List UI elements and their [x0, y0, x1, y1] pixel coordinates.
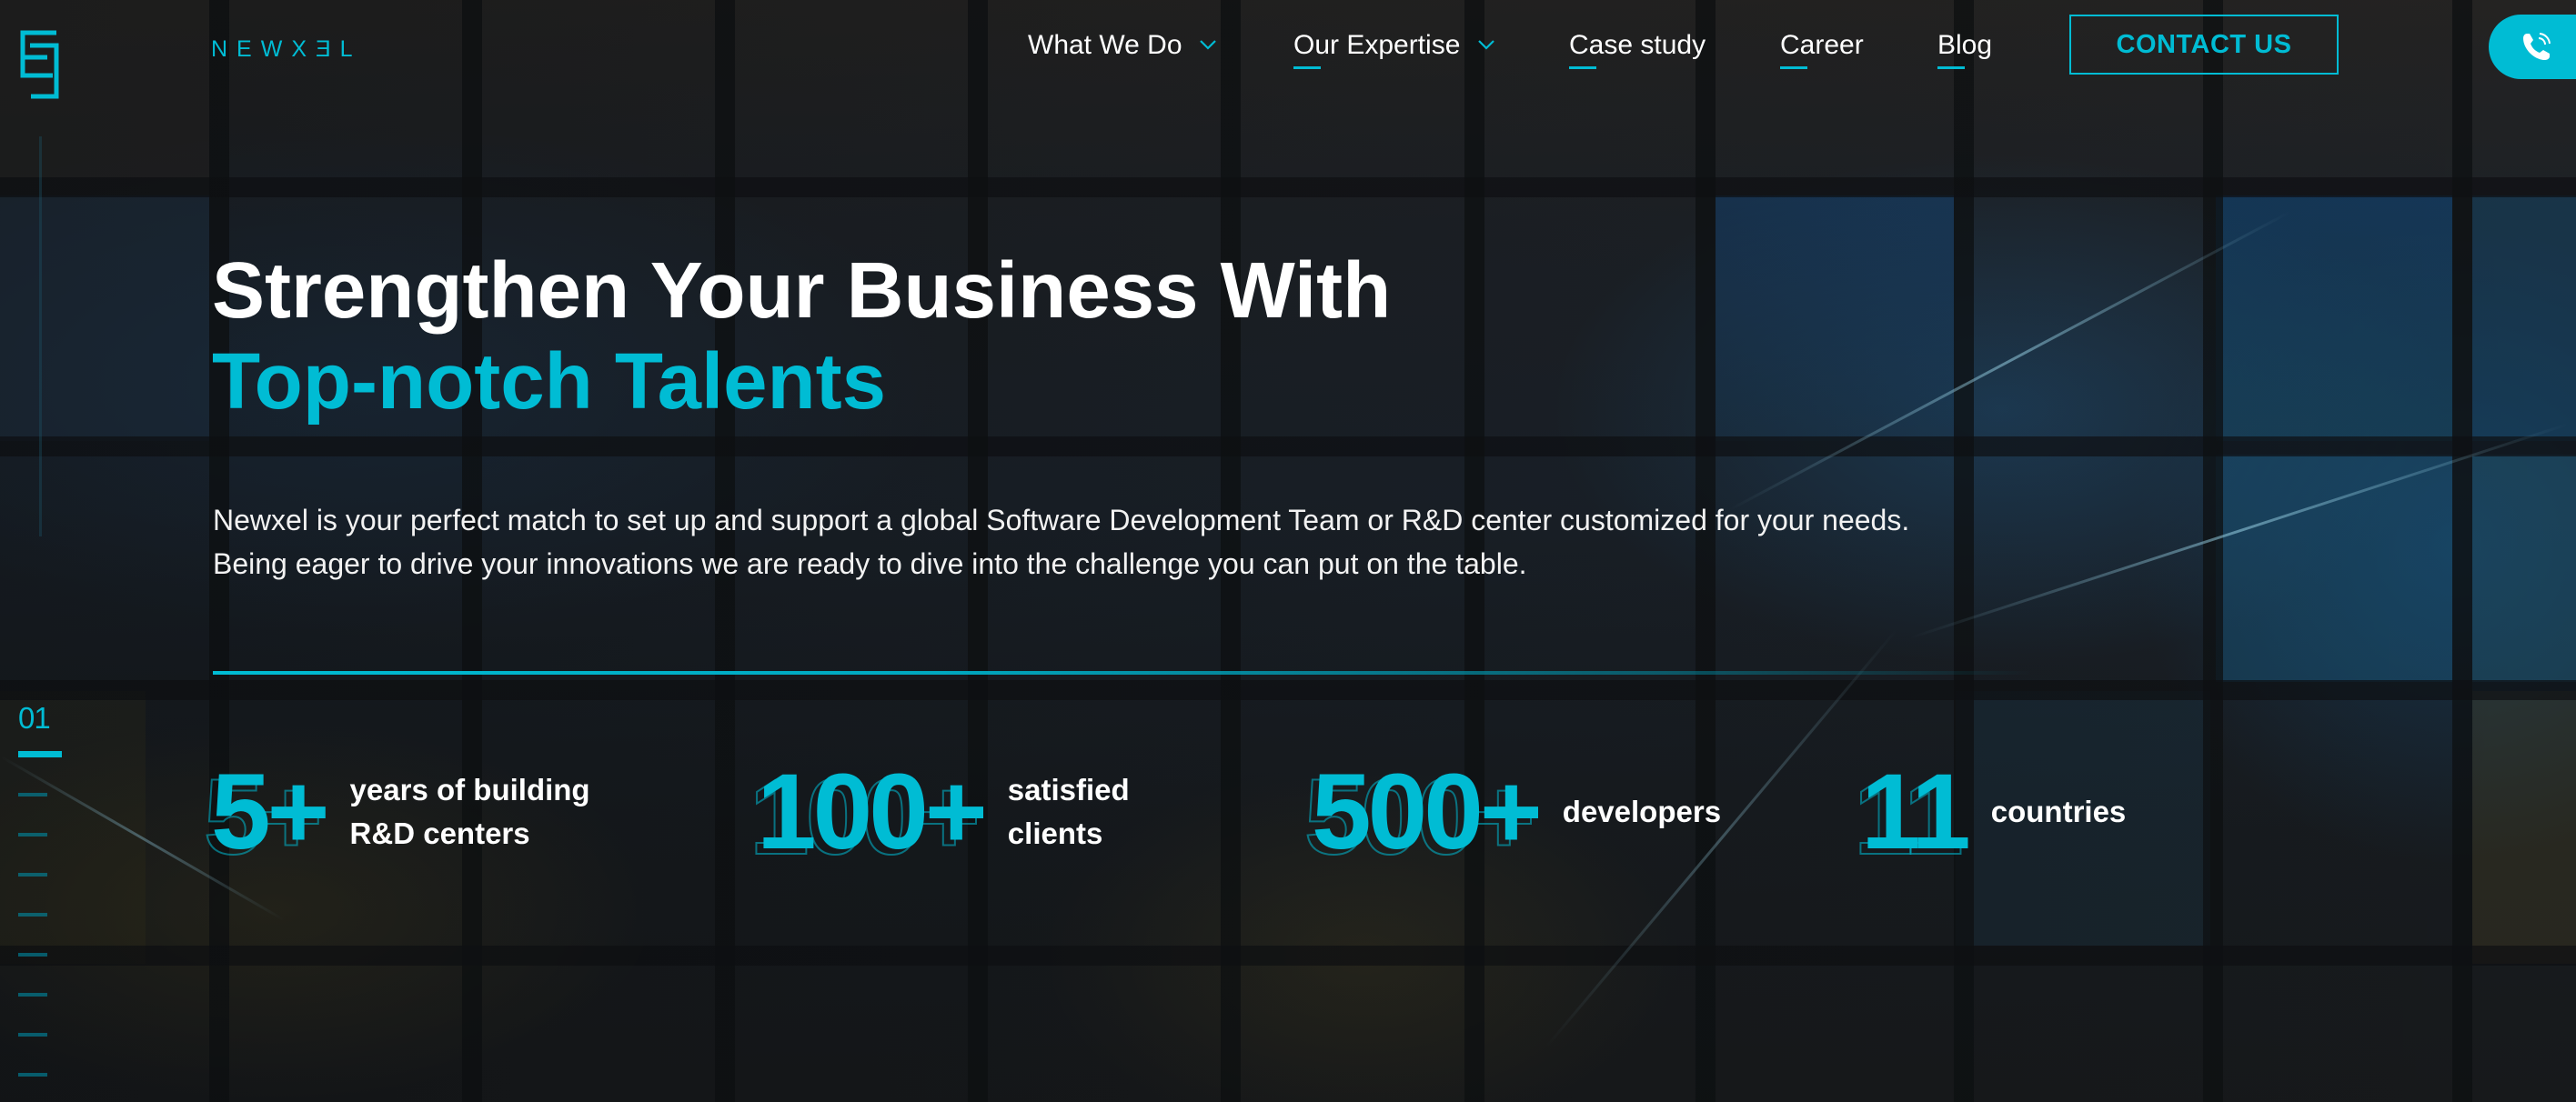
pager-tick-active[interactable]	[18, 751, 62, 757]
nav-underline	[1780, 66, 1807, 69]
stat-label: countries	[1991, 790, 2127, 834]
stat-label: developers	[1563, 790, 1721, 834]
slide-pager: 01	[18, 700, 62, 1077]
stat-label-line-1: countries	[1990, 795, 2127, 828]
nav-underline	[1569, 66, 1596, 69]
stat-label-line-2: R&D centers	[349, 816, 530, 850]
nav-label: What We Do	[1028, 30, 1182, 60]
pager-tick[interactable]	[18, 1033, 47, 1037]
pager-tick[interactable]	[18, 1073, 47, 1077]
stat-label-line-2: clients	[1007, 816, 1103, 850]
phone-call-button[interactable]	[2489, 15, 2576, 79]
nav-item-career[interactable]: Career	[1780, 27, 1864, 69]
site-header: NEWXƎL What We Do Our Expertise Case stu…	[0, 0, 2576, 100]
pager-tick[interactable]	[18, 833, 47, 837]
pager-tick[interactable]	[18, 953, 47, 957]
hero-description-line-2: Being eager to drive your innovations we…	[213, 547, 1527, 580]
nav-item-what-we-do[interactable]: What We Do	[1028, 27, 1217, 67]
pager-tick[interactable]	[18, 873, 47, 877]
hero-heading: Strengthen Your Business With Top-notch …	[212, 245, 1391, 427]
stat-years: 5+ 5+ years of building R&D centers	[203, 758, 590, 872]
nav-label: Case study	[1569, 30, 1706, 60]
logo-icon[interactable]	[20, 30, 60, 99]
stat-value-text: 5+	[211, 752, 330, 872]
contact-us-button[interactable]: CONTACT US	[2069, 15, 2339, 75]
stat-label: years of building R&D centers	[350, 768, 590, 856]
chevron-down-icon	[1200, 40, 1216, 50]
stat-label-line-1: satisfied	[1007, 773, 1130, 806]
hero-title-line-2: Top-notch Talents	[212, 337, 887, 426]
nav-underline	[1937, 66, 1965, 69]
stat-value: 100+ 100+	[749, 758, 988, 872]
stat-value-text: 500+	[1312, 752, 1543, 872]
nav-item-blog[interactable]: Blog	[1937, 27, 1993, 69]
side-decorative-line	[39, 136, 42, 536]
hero-description: Newxel is your perfect match to set up a…	[213, 498, 1909, 586]
pager-tick[interactable]	[18, 793, 47, 796]
stat-value: 5+ 5+	[203, 758, 330, 872]
nav-item-case-study[interactable]: Case study	[1569, 27, 1706, 69]
stat-countries: 11 11 countries	[1853, 758, 2127, 872]
pager-tick[interactable]	[18, 913, 47, 917]
stat-value: 500+ 500+	[1303, 758, 1543, 872]
hero-title-line-1: Strengthen Your Business With	[212, 246, 1392, 335]
pager-tick[interactable]	[18, 993, 47, 997]
brand-wordmark[interactable]: NEWXƎL	[211, 36, 362, 63]
nav-label: Blog	[1937, 30, 1993, 60]
phone-icon	[2523, 32, 2551, 60]
hero-description-line-1: Newxel is your perfect match to set up a…	[213, 504, 1910, 536]
stat-label-line-1: developers	[1562, 795, 1722, 828]
stat-label: satisfied clients	[1008, 768, 1130, 856]
nav-label: Our Expertise	[1293, 30, 1461, 60]
stat-clients: 100+ 100+ satisfied clients	[749, 758, 1130, 872]
nav-underline	[1293, 66, 1321, 69]
nav-item-our-expertise[interactable]: Our Expertise	[1293, 27, 1495, 69]
pager-current-number: 01	[18, 701, 51, 735]
chevron-down-icon	[1477, 40, 1494, 50]
nav-label: Career	[1780, 30, 1864, 60]
stat-developers: 500+ 500+ developers	[1303, 758, 1721, 872]
stat-label-line-1: years of building	[349, 773, 590, 806]
stat-value-text: 100+	[757, 752, 988, 872]
section-divider	[213, 671, 2032, 675]
stat-value-text: 11	[1861, 752, 1971, 872]
stat-value: 11 11	[1853, 758, 1971, 872]
